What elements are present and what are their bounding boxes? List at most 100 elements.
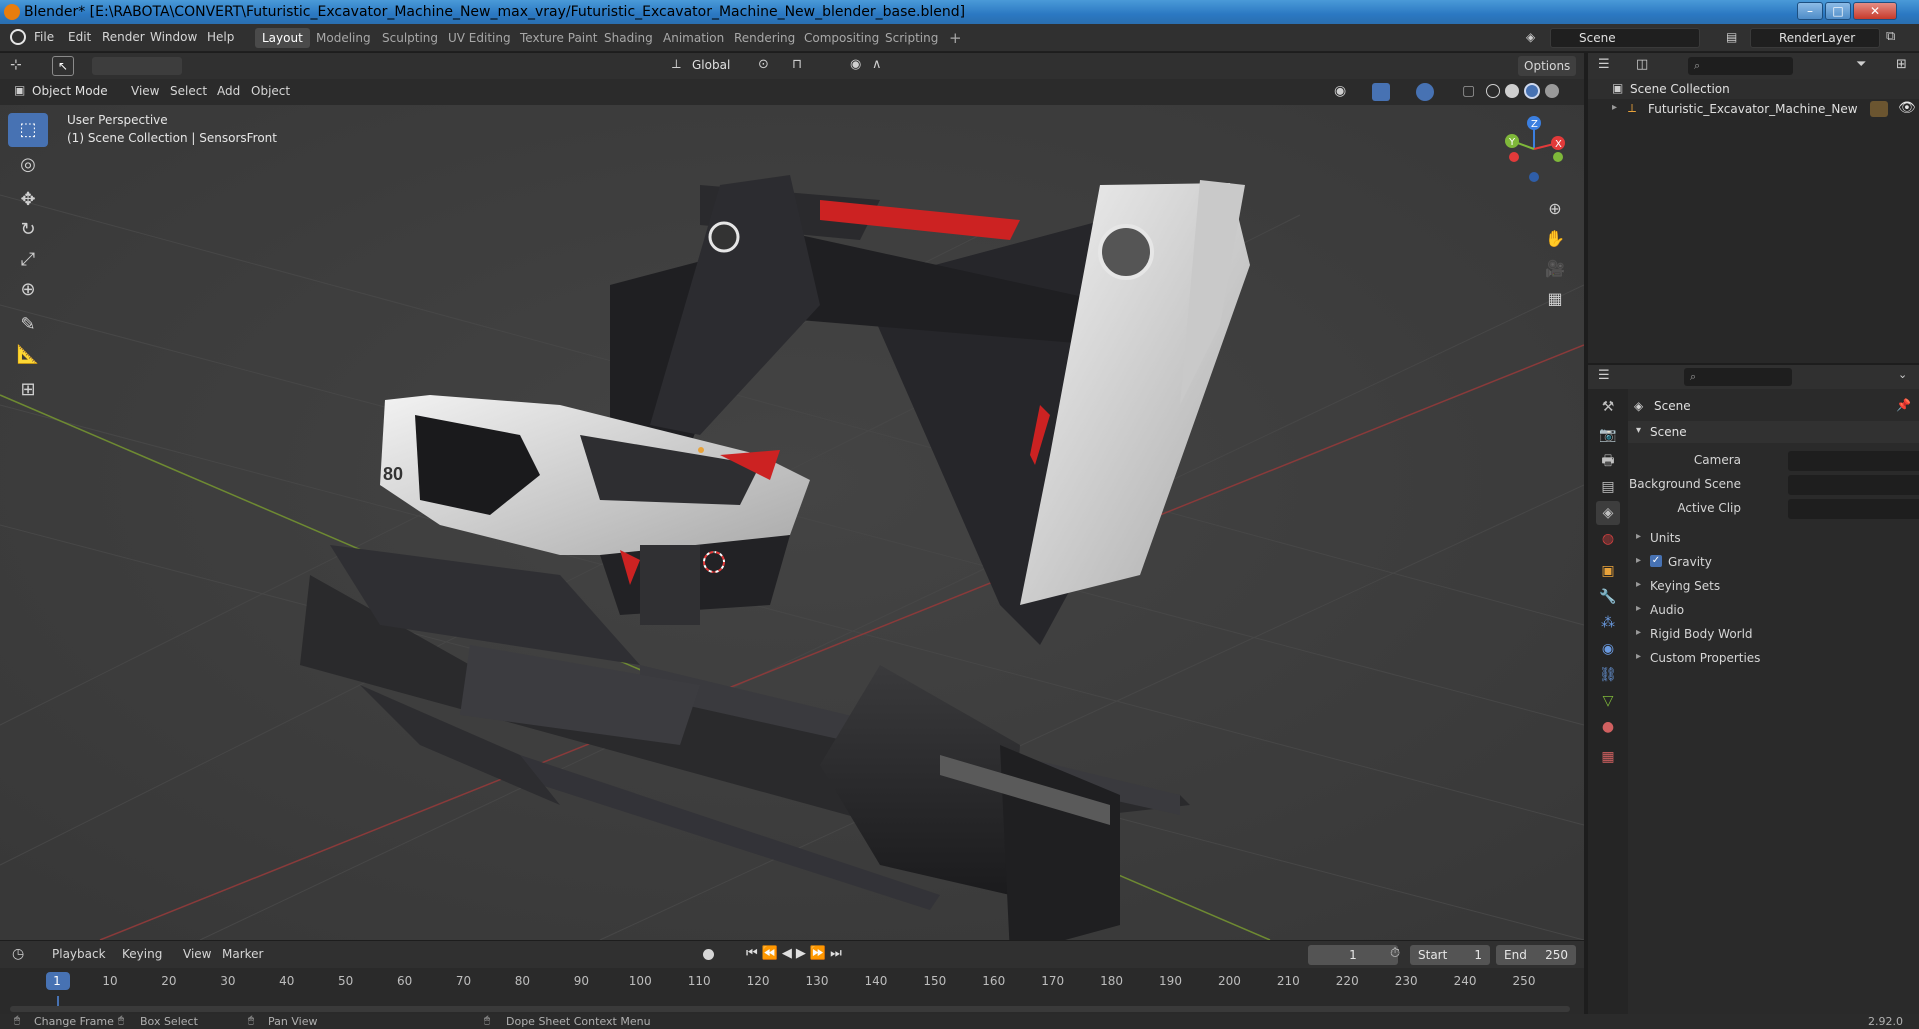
preview-range-icon[interactable]: ⏱ — [1390, 946, 1400, 961]
audio-subpanel[interactable]: ▸ Audio — [1628, 599, 1919, 621]
gravity-checkbox[interactable]: ✓ — [1650, 555, 1662, 567]
select-tool-icon[interactable]: ↖ — [52, 56, 74, 76]
material-tab-icon[interactable]: ● — [1596, 715, 1620, 739]
visibility-eye-icon[interactable]: 👁 — [1898, 100, 1916, 116]
falloff-icon[interactable]: ∧ — [872, 57, 882, 72]
keying-sets-subpanel[interactable]: ▸ Keying Sets — [1628, 575, 1919, 597]
proportional-edit-icon[interactable]: ◉ — [850, 57, 861, 72]
viewport-menu-add[interactable]: Add — [217, 84, 240, 98]
measure-tool-icon[interactable]: 📐 — [8, 338, 48, 372]
rotate-tool-icon[interactable]: ↻ — [8, 213, 48, 247]
expand-arrow-icon[interactable]: ▸ — [1612, 102, 1617, 113]
menu-edit[interactable]: Edit — [68, 30, 91, 44]
scale-tool-icon[interactable]: ⤢ — [8, 243, 48, 277]
view-layer-tab-icon[interactable]: ▤ — [1596, 475, 1620, 499]
data-tab-icon[interactable]: ▽ — [1596, 689, 1620, 713]
viewport-menu-object[interactable]: Object — [251, 84, 290, 98]
expand-arrow-icon[interactable]: ▸ — [1636, 531, 1641, 542]
pivot-point-icon[interactable]: ⊙ — [758, 57, 769, 72]
current-frame-field[interactable]: 1 — [1308, 945, 1398, 965]
pan-hand-icon[interactable]: ✋ — [1540, 225, 1570, 253]
renderlayer-browse-icon[interactable]: ▤ — [1726, 30, 1744, 46]
filter-icon[interactable]: ⏷ — [1856, 57, 1866, 72]
particles-tab-icon[interactable]: ⁂ — [1596, 611, 1620, 635]
timeline-ruler[interactable]: 1 10 20 30 40 50 60 70 80 90 100 110 120 130 140 150 160… — [0, 968, 1584, 996]
units-subpanel[interactable]: ▸ Units — [1628, 527, 1919, 549]
snap-icon[interactable]: ⊓ — [792, 57, 802, 72]
properties-editor-type-icon[interactable]: ☰ — [1598, 368, 1610, 383]
xray-toggle-icon[interactable]: ▢ — [1462, 83, 1475, 99]
renderlayer-name-field[interactable]: RenderLayer — [1750, 28, 1880, 48]
outliner-editor-type-icon[interactable]: ☰ — [1598, 57, 1610, 72]
tab-animation[interactable]: Animation — [656, 28, 731, 48]
properties-options-icon[interactable]: ⌄ — [1898, 368, 1907, 381]
material-preview-shading-icon[interactable] — [1524, 83, 1540, 99]
expand-arrow-icon[interactable]: ▸ — [1636, 627, 1641, 638]
select-box-tool-icon[interactable]: ⬚ — [8, 113, 48, 147]
tool-tab-icon[interactable]: ⚒ — [1596, 395, 1620, 419]
collapse-arrow-icon[interactable]: ▾ — [1636, 425, 1641, 436]
timeline-menu-view[interactable]: View — [183, 947, 211, 961]
orientation-gizmo[interactable]: Z X Y — [1500, 115, 1570, 185]
rendered-shading-icon[interactable] — [1545, 84, 1559, 98]
zoom-icon[interactable]: ⊕ — [1540, 195, 1570, 223]
render-tab-icon[interactable]: 📷 — [1596, 423, 1620, 447]
properties-search-field[interactable]: ⌕ — [1684, 368, 1792, 386]
rigid-body-world-subpanel[interactable]: ▸ Rigid Body World — [1628, 623, 1919, 645]
tab-uv-editing[interactable]: UV Editing — [441, 28, 518, 48]
annotate-tool-icon[interactable]: ✎ — [8, 308, 48, 342]
3d-viewport[interactable]: 80 User Perspective (1) Scene Collection… — [0, 105, 1584, 940]
transform-tool-icon[interactable]: ⊕ — [8, 273, 48, 307]
custom-properties-subpanel[interactable]: ▸ Custom Properties — [1628, 647, 1919, 669]
tab-compositing[interactable]: Compositing — [797, 28, 886, 48]
add-workspace-button[interactable]: + — [942, 28, 969, 48]
outliner-row-object[interactable]: ▸ ⟂ Futuristic_Excavator_Machine_New 👁 — [1588, 99, 1919, 119]
move-tool-icon[interactable]: ✥ — [8, 183, 48, 217]
tab-shading[interactable]: Shading — [597, 28, 660, 48]
scene-browse-icon[interactable]: ◈ — [1526, 30, 1544, 46]
pin-icon[interactable]: 📌 — [1896, 398, 1911, 412]
tab-scripting[interactable]: Scripting — [878, 28, 945, 48]
timeline-track-area[interactable] — [0, 996, 1584, 1014]
renderlayer-new-icon[interactable]: ⧉ — [1886, 29, 1895, 44]
scene-tab-icon[interactable]: ◈ — [1596, 501, 1620, 525]
display-mode-icon[interactable]: ◫ — [1636, 57, 1648, 72]
gravity-subpanel[interactable]: ▸ ✓ Gravity — [1628, 551, 1919, 573]
end-frame-field[interactable]: End 250 — [1496, 945, 1576, 965]
gizmos-toggle-icon[interactable] — [1372, 83, 1390, 101]
expand-arrow-icon[interactable]: ▸ — [1636, 651, 1641, 662]
options-dropdown[interactable]: Options — [1518, 56, 1577, 76]
modifier-tab-icon[interactable]: 🔧 — [1596, 585, 1620, 609]
overlays-toggle-icon[interactable] — [1416, 83, 1434, 101]
expand-arrow-icon[interactable]: ▸ — [1636, 603, 1641, 614]
timeline-menu-keying[interactable]: Keying — [122, 947, 162, 961]
camera-field[interactable] — [1788, 451, 1919, 471]
menu-window[interactable]: Window — [150, 30, 197, 44]
physics-tab-icon[interactable]: ◉ — [1596, 637, 1620, 661]
blender-menu-icon[interactable] — [10, 29, 26, 45]
texture-tab-icon[interactable]: ▦ — [1596, 745, 1620, 769]
transform-orientation-dropdown[interactable]: Global — [692, 58, 730, 72]
start-frame-field[interactable]: Start 1 — [1410, 945, 1490, 965]
timeline-editor-type-icon[interactable]: ◷ — [12, 946, 24, 962]
perspective-toggle-icon[interactable]: ▦ — [1540, 285, 1570, 313]
output-tab-icon[interactable]: 🖶 — [1596, 449, 1620, 473]
scene-name-field[interactable]: Scene — [1550, 28, 1700, 48]
tab-layout[interactable]: Layout — [255, 28, 310, 48]
timeline-menu-marker[interactable]: Marker — [222, 947, 263, 961]
background-scene-field[interactable] — [1788, 475, 1919, 495]
close-button[interactable]: ✕ — [1853, 2, 1897, 20]
tab-texture-paint[interactable]: Texture Paint — [513, 28, 604, 48]
outliner-search-field[interactable]: ⌕ — [1688, 57, 1793, 75]
scene-panel-header[interactable]: ▾ Scene — [1628, 421, 1919, 443]
menu-file[interactable]: File — [34, 30, 54, 44]
world-tab-icon[interactable]: ◍ — [1596, 527, 1620, 551]
tab-sculpting[interactable]: Sculpting — [375, 28, 445, 48]
object-tab-icon[interactable]: ▣ — [1596, 559, 1620, 583]
new-collection-icon[interactable]: ⊞ — [1896, 57, 1907, 72]
active-clip-field[interactable] — [1788, 499, 1919, 519]
menu-help[interactable]: Help — [207, 30, 234, 44]
mode-dropdown[interactable]: Object Mode — [32, 84, 108, 98]
viewport-menu-view[interactable]: View — [131, 84, 159, 98]
expand-arrow-icon[interactable]: ▸ — [1636, 579, 1641, 590]
